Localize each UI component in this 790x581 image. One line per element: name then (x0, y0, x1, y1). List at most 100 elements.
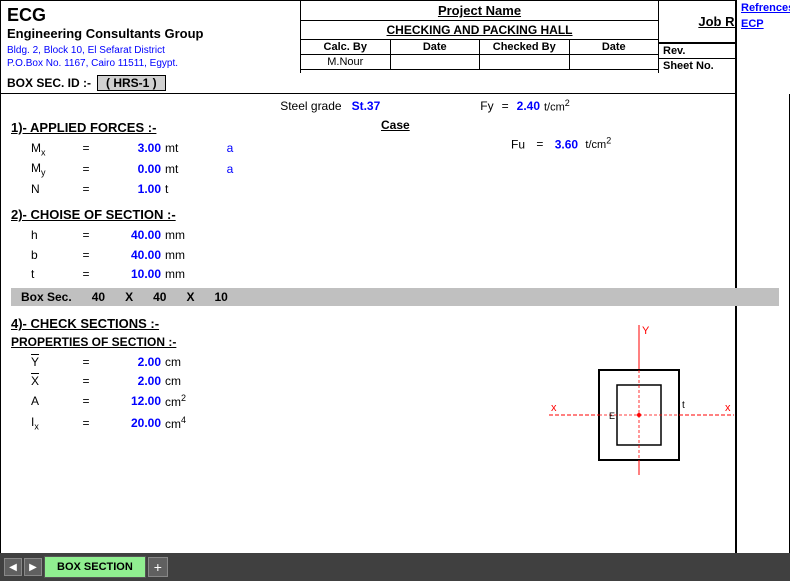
steel-grade-label: Steel grade (280, 99, 341, 113)
fu-label: Fu (511, 137, 525, 151)
h-name: h (11, 226, 71, 245)
n-unit: t (165, 180, 205, 199)
box-x1: X (115, 290, 143, 304)
fy-eq: = (502, 99, 509, 113)
date-value (391, 55, 481, 69)
b-name: b (11, 246, 71, 265)
box-sec-gray-row: Box Sec. 40 X 40 X 10 (11, 288, 779, 306)
section4-left: 4)- CHECK SECTIONS :- PROPERTIES OF SECT… (11, 310, 499, 480)
n-name: N (11, 180, 71, 199)
date2-header: Date (570, 40, 659, 54)
box-sec-id-row: BOX SEC. ID :- ( HRS-1 ) (0, 73, 790, 94)
a-name: A (11, 392, 71, 411)
project-meta-values: M.Nour (301, 55, 658, 70)
t-name: t (11, 265, 71, 284)
svg-text:E: E (609, 411, 615, 421)
box-sec-label: BOX SEC. ID :- (7, 76, 91, 90)
project-name-label: Project Name (301, 1, 658, 21)
checked-by-value (480, 55, 570, 69)
ix-unit: cm4 (165, 413, 205, 434)
mx-unit: mt (165, 139, 205, 158)
n-eq: = (71, 180, 101, 199)
date2-value (570, 55, 659, 69)
force-row-mx: Mx = 3.00 mt a (11, 139, 779, 160)
my-case: a (205, 160, 255, 179)
fu-eq: = (536, 137, 543, 151)
n-val: 1.00 (101, 180, 161, 199)
force-row-my: My = 0.00 mt a (11, 159, 779, 180)
my-unit: mt (165, 160, 205, 179)
calc-by-value: M.Nour (301, 55, 391, 69)
steel-grade-value: St.37 (352, 99, 381, 113)
dim-b-row: b = 40.00 mm (11, 246, 779, 265)
project-title: CHECKING AND PACKING HALL (301, 21, 658, 40)
fy-val: 2.40 (517, 99, 540, 113)
h-val: 40.00 (101, 226, 161, 245)
t-val: 10.00 (101, 265, 161, 284)
ecg-pobox: P.O.Box No. 1167, Cairo 11511, Egypt. (7, 58, 294, 69)
y-unit: cm (165, 353, 205, 372)
ecp-link[interactable]: ECP (737, 16, 790, 32)
x-eq: = (71, 372, 101, 391)
y-val: 2.00 (101, 353, 161, 372)
h-eq: = (71, 226, 101, 245)
y-name: Y (11, 353, 71, 372)
props-header: PROPERTIES OF SECTION :- (11, 335, 499, 349)
cross-section-svg: Y x x t (539, 320, 739, 480)
fu-label-area: Fu = 3.60 t/cm2 (511, 136, 611, 152)
mx-val: 3.00 (101, 139, 161, 158)
sheet-no-label: Sheet No. (659, 59, 739, 73)
ecg-title: ECG (7, 5, 294, 26)
box-t-val: 10 (204, 290, 237, 304)
b-eq: = (71, 246, 101, 265)
x-name: X (11, 372, 71, 391)
my-eq: = (71, 160, 101, 179)
a-val: 12.00 (101, 392, 161, 411)
my-val: 0.00 (101, 160, 161, 179)
calc-by-header: Calc. By (301, 40, 391, 54)
project-section: Project Name CHECKING AND PACKING HALL C… (301, 1, 659, 73)
ix-val: 20.00 (101, 414, 161, 433)
fy-label: Fy (480, 99, 493, 113)
a-eq: = (71, 392, 101, 411)
tab-bar: ◀ ▶ BOX SECTION + (0, 553, 790, 581)
add-tab-btn[interactable]: + (148, 557, 168, 577)
content-area: Steel grade St.37 Fy = 2.40 t/cm2 1)- AP… (0, 94, 790, 581)
box-label: Box Sec. (11, 290, 82, 304)
box-h-val: 40 (82, 290, 115, 304)
rev-label: Rev. (659, 44, 739, 58)
checked-by-header: Checked By (480, 40, 570, 54)
y-eq: = (71, 353, 101, 372)
box-section-tab[interactable]: BOX SECTION (44, 556, 146, 578)
b-val: 40.00 (101, 246, 161, 265)
fy-unit: t/cm2 (544, 98, 570, 114)
header-area: ECG Engineering Consultants Group Bldg. … (0, 0, 790, 73)
case-header: Case (381, 118, 410, 132)
dim-h-row: h = 40.00 mm (11, 226, 779, 245)
prop-ix-row: Ix = 20.00 cm4 (11, 413, 499, 434)
ix-name: Ix (11, 413, 71, 434)
h-unit: mm (165, 226, 205, 245)
cross-section-diagram: Y x x t (499, 310, 779, 480)
ecg-full-name: Engineering Consultants Group (7, 26, 294, 41)
nav-next-btn[interactable]: ▶ (24, 558, 42, 576)
box-b-val: 40 (143, 290, 176, 304)
section2-header: 2)- CHOISE OF SECTION :- (11, 207, 779, 222)
mx-eq: = (71, 139, 101, 158)
box-x2: X (176, 290, 204, 304)
svg-text:t: t (682, 400, 685, 411)
box-sec-value: ( HRS-1 ) (97, 75, 166, 91)
x-unit: cm (165, 372, 205, 391)
svg-text:x: x (725, 402, 731, 414)
t-eq: = (71, 265, 101, 284)
x-val: 2.00 (101, 372, 161, 391)
project-meta-row: Calc. By Date Checked By Date (301, 40, 658, 55)
prop-x-row: X = 2.00 cm (11, 372, 499, 391)
mx-name: Mx (11, 139, 71, 160)
main-container: Refrences ECP ECG Engineering Consultant… (0, 0, 790, 581)
fu-unit: t/cm2 (585, 139, 611, 151)
nav-prev-btn[interactable]: ◀ (4, 558, 22, 576)
section4-container: 4)- CHECK SECTIONS :- PROPERTIES OF SECT… (11, 310, 779, 480)
prop-a-row: A = 12.00 cm2 (11, 391, 499, 412)
dim-t-row: t = 10.00 mm (11, 265, 779, 284)
